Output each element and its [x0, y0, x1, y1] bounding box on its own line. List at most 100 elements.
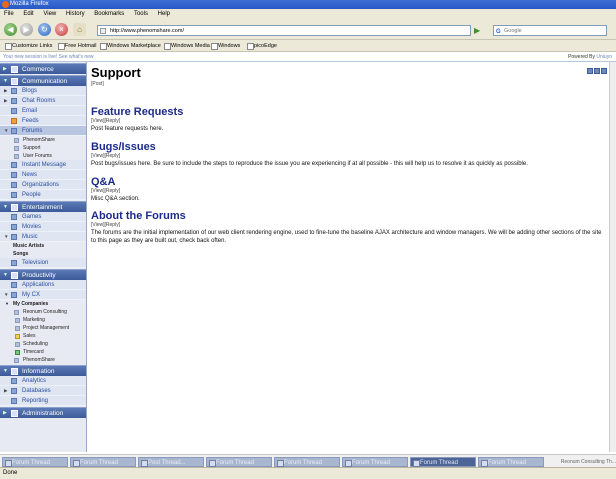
company-reonum-consulting[interactable]: Reonum Consulting [0, 308, 86, 316]
company-scheduling[interactable]: Scheduling [0, 340, 86, 348]
sidebar-item-organizations[interactable]: Organizations [0, 180, 86, 190]
maximize-icon[interactable] [594, 68, 600, 74]
bookmark-windows[interactable]: Windows [210, 40, 240, 52]
forum-feature-requests: Feature Requests [View][Reply] Post feat… [91, 106, 591, 133]
sidebar-item-movies[interactable]: Movies [0, 222, 86, 232]
forum-title[interactable]: Feature Requests [91, 106, 591, 118]
sidebar-item-applications[interactable]: Applications [0, 280, 86, 290]
bookmarks-toolbar: Customize Links Free Hotmail Windows Mar… [0, 40, 616, 52]
back-icon[interactable]: ◀ [4, 23, 17, 36]
databases-icon [11, 388, 17, 394]
task-forum-thread-4[interactable]: Forum Thread [274, 457, 340, 467]
section-administration[interactable]: ▶ Administration [0, 407, 86, 418]
section-label: Productivity [22, 272, 56, 279]
home-icon[interactable]: ⌂ [73, 23, 86, 36]
item-label: Chat Rooms [22, 98, 56, 104]
task-forum-thread-5[interactable]: Forum Thread [342, 457, 408, 467]
section-productivity[interactable]: ▼ Productivity [0, 269, 86, 280]
forum-title[interactable]: Q&A [91, 176, 591, 188]
sidebar-item-television[interactable]: Television [0, 258, 86, 268]
section-entertainment[interactable]: ▼ Entertainment [0, 201, 86, 212]
section-communication[interactable]: ▼ Communication [0, 75, 86, 86]
bookmark-windows-media[interactable]: Windows Media [163, 40, 210, 52]
sidebar-item-forums[interactable]: ▼ Forums [0, 126, 86, 136]
item-label: Support [23, 145, 41, 151]
sidebar-item-databases[interactable]: ▶ Databases [0, 386, 86, 396]
window-titlebar: Mozilla Firefox [0, 0, 616, 9]
sidebar-item-chat-rooms[interactable]: ▶ Chat Rooms [0, 96, 86, 106]
chat-icon [11, 98, 17, 104]
company-timecard[interactable]: Timecard [0, 348, 86, 356]
task-reonum-consulting[interactable]: Reonum Consulting Th... [561, 459, 616, 465]
task-forum-thread-1[interactable]: Forum Thread [2, 457, 68, 467]
forward-icon[interactable]: ▶ [20, 23, 33, 36]
forum-title[interactable]: Bugs/Issues [91, 141, 601, 153]
menu-tools[interactable]: Tools [134, 11, 148, 17]
navigation-toolbar: ◀ ▶ ↻ × ⌂ http://www.phenomshare.com/ ▶ … [0, 20, 616, 40]
stop-icon[interactable]: × [55, 23, 68, 36]
menu-edit[interactable]: Edit [23, 11, 33, 17]
forum-actions[interactable]: [View][Reply] [91, 222, 603, 229]
item-label: Movies [22, 224, 42, 230]
sidebar-item-games[interactable]: Games [0, 212, 86, 222]
my-companies[interactable]: ▼ My Companies [0, 300, 86, 308]
status-bar: Done [0, 467, 616, 479]
bookmark-customize-links[interactable]: Customize Links [4, 40, 52, 52]
powered-by-label: Powered By [568, 54, 596, 60]
company-phenomshare[interactable]: PhenomShare [0, 356, 86, 364]
sidebar-item-email[interactable]: Email [0, 106, 86, 116]
forum-support[interactable]: Support [0, 144, 86, 152]
session-message[interactable]: Your new session is live! See what's new [3, 54, 94, 60]
task-forum-thread-active[interactable]: Forum Thread [410, 457, 476, 467]
menu-history[interactable]: History [66, 11, 85, 17]
forum-actions[interactable]: [View][Reply] [91, 118, 591, 125]
forum-phenomshare[interactable]: PhenomShare [0, 136, 86, 144]
task-forum-thread-6[interactable]: Forum Thread [478, 457, 544, 467]
sidebar-item-analytics[interactable]: Analytics [0, 376, 86, 386]
section-commerce[interactable]: ▶ Commerce [0, 63, 86, 74]
sidebar-item-people[interactable]: People [0, 190, 86, 200]
collapse-icon: ▼ [4, 128, 9, 133]
post-link[interactable]: [Post] [91, 81, 104, 87]
sidebar-item-news[interactable]: News [0, 170, 86, 180]
search-input[interactable]: G Google [493, 25, 607, 36]
bookmark-windows-marketplace[interactable]: Windows Marketplace [99, 40, 161, 52]
sidebar-item-my-cx[interactable]: ▼ My CX [0, 290, 86, 300]
menu-view[interactable]: View [43, 11, 56, 17]
forum-actions[interactable]: [View][Reply] [91, 188, 591, 195]
music-artists[interactable]: Music Artists [0, 242, 86, 250]
sidebar-item-blogs[interactable]: ▶ Blogs [0, 86, 86, 96]
forum-user-forums[interactable]: User Forums [0, 152, 86, 160]
menu-bookmarks[interactable]: Bookmarks [94, 11, 124, 17]
bookmark-free-hotmail[interactable]: Free Hotmail [57, 40, 96, 52]
go-icon[interactable]: ▶ [474, 25, 484, 36]
reload-icon[interactable]: ↻ [38, 23, 51, 36]
section-information[interactable]: ▼ Information [0, 365, 86, 376]
sidebar-item-music[interactable]: ▼ Music [0, 232, 86, 242]
vendor-logo[interactable]: Uniuyo [596, 54, 612, 60]
company-marketing[interactable]: Marketing [0, 316, 86, 324]
collapse-icon: ▼ [4, 234, 9, 239]
section-label: Entertainment [22, 204, 63, 211]
item-label: User Forums [23, 153, 52, 159]
vertical-scrollbar[interactable] [609, 62, 616, 452]
forum-description: Misc Q&A section. [91, 196, 140, 202]
forum-title[interactable]: About the Forums [91, 210, 603, 222]
item-label: People [22, 192, 41, 198]
bookmark-picoedge[interactable]: picoEdge [246, 40, 277, 52]
company-sales[interactable]: Sales [0, 332, 86, 340]
sidebar-item-instant-message[interactable]: Instant Message [0, 160, 86, 170]
url-bar[interactable]: http://www.phenomshare.com/ [97, 25, 471, 36]
task-forum-thread-2[interactable]: Forum Thread [70, 457, 136, 467]
task-post-thread[interactable]: Post Thread... [138, 457, 204, 467]
forum-actions[interactable]: [View][Reply] [91, 153, 601, 160]
sidebar-item-reporting[interactable]: Reporting [0, 396, 86, 406]
task-forum-thread-3[interactable]: Forum Thread [206, 457, 272, 467]
songs[interactable]: Songs [0, 250, 86, 258]
menu-help[interactable]: Help [158, 11, 170, 17]
sidebar-item-feeds[interactable]: Feeds [0, 116, 86, 126]
minimize-icon[interactable] [587, 68, 593, 74]
menu-file[interactable]: File [4, 11, 14, 17]
close-icon[interactable] [601, 68, 607, 74]
company-project-management[interactable]: Project Management [0, 324, 86, 332]
